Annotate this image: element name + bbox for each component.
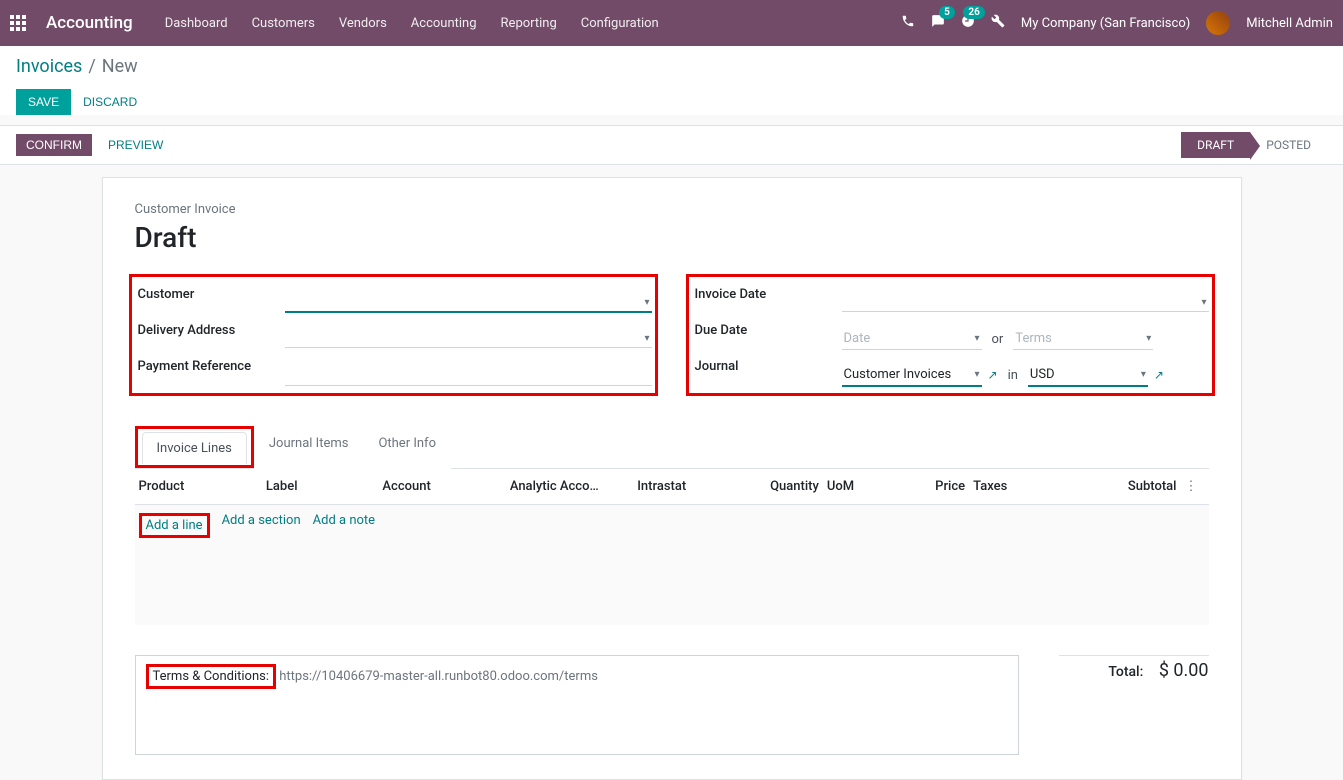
col-taxes: Taxes [973, 479, 1060, 494]
label-journal: Journal [695, 359, 845, 374]
label-payment-reference: Payment Reference [138, 359, 288, 374]
phone-icon[interactable] [901, 14, 915, 32]
nav-dashboard[interactable]: Dashboard [165, 16, 228, 31]
form-subtitle: Customer Invoice [135, 202, 1209, 217]
col-account: Account [382, 479, 501, 494]
add-note-link[interactable]: Add a note [313, 513, 375, 538]
nav-configuration[interactable]: Configuration [581, 16, 659, 31]
col-intrastat: Intrastat [637, 479, 724, 494]
activities-badge: 26 [963, 6, 984, 19]
tab-invoice-lines[interactable]: Invoice Lines [142, 432, 247, 464]
add-section-link[interactable]: Add a section [222, 513, 301, 538]
form-left-col: Customer Delivery Address Payment Refere… [135, 278, 652, 402]
total-amount: $ 0.00 [1159, 660, 1209, 681]
col-product: Product [139, 479, 258, 494]
label-delivery-address: Delivery Address [138, 323, 288, 338]
tab-other-info[interactable]: Other Info [363, 427, 451, 469]
company-selector[interactable]: My Company (San Francisco) [1021, 16, 1190, 31]
messages-badge: 5 [939, 6, 955, 19]
form-sheet: Customer Invoice Draft Customer Delivery… [102, 177, 1242, 780]
label-due-date: Due Date [695, 323, 845, 338]
col-label: Label [266, 479, 375, 494]
save-button[interactable]: SAVE [16, 89, 71, 115]
nav-vendors[interactable]: Vendors [339, 16, 387, 31]
highlight-box-customer-group: Customer Delivery Address Payment Refere… [129, 274, 658, 396]
form-right-col: Invoice Date Due Date Journal [692, 278, 1209, 402]
invoice-lines-header: Product Label Account Analytic Acco… Int… [135, 469, 1209, 505]
preview-button[interactable]: PREVIEW [100, 134, 171, 156]
tools-icon[interactable] [991, 14, 1005, 32]
highlight-box-terms-label: Terms & Conditions: [146, 664, 277, 689]
col-uom: UoM [827, 479, 881, 494]
total-label: Total: [1108, 664, 1143, 680]
top-navbar: Accounting Dashboard Customers Vendors A… [0, 0, 1343, 46]
terms-label: Terms & Conditions: [153, 669, 270, 684]
col-price: Price [889, 479, 965, 494]
nav-reporting[interactable]: Reporting [501, 16, 557, 31]
tab-journal-items[interactable]: Journal Items [254, 427, 364, 469]
nav-accounting[interactable]: Accounting [411, 16, 477, 31]
label-customer: Customer [138, 287, 288, 302]
label-invoice-date: Invoice Date [695, 287, 845, 302]
status-draft[interactable]: DRAFT [1181, 132, 1250, 158]
highlight-box-invoice-group: Invoice Date Due Date Journal [686, 274, 1215, 396]
messages-icon[interactable]: 5 [931, 14, 945, 32]
nav-customers[interactable]: Customers [252, 16, 315, 31]
discard-button[interactable]: DISCARD [83, 95, 137, 109]
totals: Total: $ 0.00 [1059, 655, 1209, 681]
col-subtotal: Subtotal [1068, 479, 1177, 494]
confirm-button[interactable]: CONFIRM [16, 134, 92, 156]
add-line-link[interactable]: Add a line [146, 518, 203, 533]
statusbar: CONFIRM PREVIEW DRAFT POSTED [0, 125, 1343, 165]
app-brand[interactable]: Accounting [46, 13, 133, 33]
col-analytic: Analytic Acco… [510, 479, 629, 494]
breadcrumb-parent[interactable]: Invoices [16, 56, 82, 77]
breadcrumb: Invoices / New [16, 56, 1327, 77]
breadcrumb-sep: / [88, 56, 95, 77]
invoice-lines-body: Add a line Add a section Add a note [135, 505, 1209, 625]
col-quantity: Quantity [732, 479, 819, 494]
terms-url: https://10406679-master-all.runbot80.odo… [276, 669, 598, 684]
avatar[interactable] [1206, 11, 1230, 35]
highlight-box-invoice-lines-tab: Invoice Lines [135, 426, 254, 468]
status-posted[interactable]: POSTED [1250, 132, 1327, 158]
username[interactable]: Mitchell Admin [1246, 16, 1333, 31]
control-panel: Invoices / New SAVE DISCARD [0, 46, 1343, 115]
breadcrumb-current: New [102, 56, 138, 77]
form-tabs: Invoice Lines Journal Items Other Info [135, 426, 1209, 469]
highlight-box-add-line: Add a line [139, 513, 210, 538]
form-title: Draft [135, 221, 1209, 254]
nav-menu: Dashboard Customers Vendors Accounting R… [165, 16, 659, 31]
terms-textarea[interactable]: Terms & Conditions: https://10406679-mas… [135, 655, 1019, 755]
apps-icon[interactable] [10, 15, 26, 31]
columns-menu-icon[interactable]: ⋮ [1185, 479, 1205, 494]
activities-icon[interactable]: 26 [961, 14, 975, 32]
